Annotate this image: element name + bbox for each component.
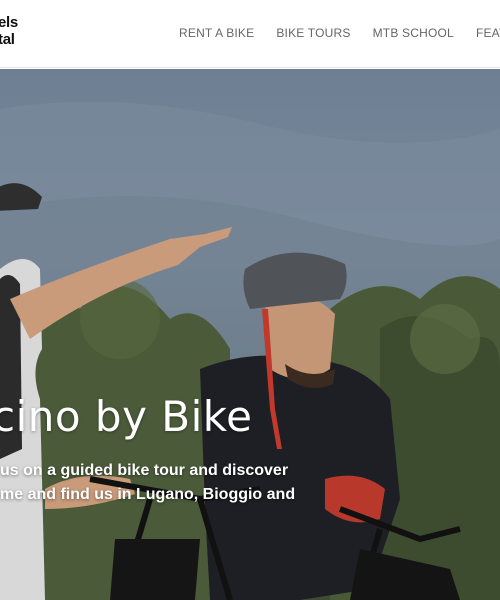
hero-description-line-2: me and find us in Lugano, Bioggio and xyxy=(0,486,296,503)
nav-item-features[interactable]: FEATUR xyxy=(476,25,500,41)
site-header: els tal RENT A BIKE BIKE TOURS MTB SCHOO… xyxy=(0,0,500,68)
hero-banner: cino by Bike us on a guided bike tour an… xyxy=(0,69,500,600)
hero-photo xyxy=(0,101,500,600)
nav-item-bike-tours[interactable]: BIKE TOURS xyxy=(276,25,350,41)
hero-title: cino by Bike xyxy=(0,392,253,441)
nav-item-mtb-school[interactable]: MTB SCHOOL xyxy=(373,25,454,41)
main-nav: RENT A BIKE BIKE TOURS MTB SCHOOL FEATUR xyxy=(179,25,500,41)
logo-text-line-1: els xyxy=(0,14,18,31)
nav-item-rent-a-bike[interactable]: RENT A BIKE xyxy=(179,25,254,41)
hero-description: us on a guided bike tour and discover me… xyxy=(0,459,330,507)
site-logo[interactable]: els tal xyxy=(0,14,38,48)
logo-text-line-2: tal xyxy=(0,31,15,48)
hero-description-line-1: us on a guided bike tour and discover xyxy=(0,462,289,479)
